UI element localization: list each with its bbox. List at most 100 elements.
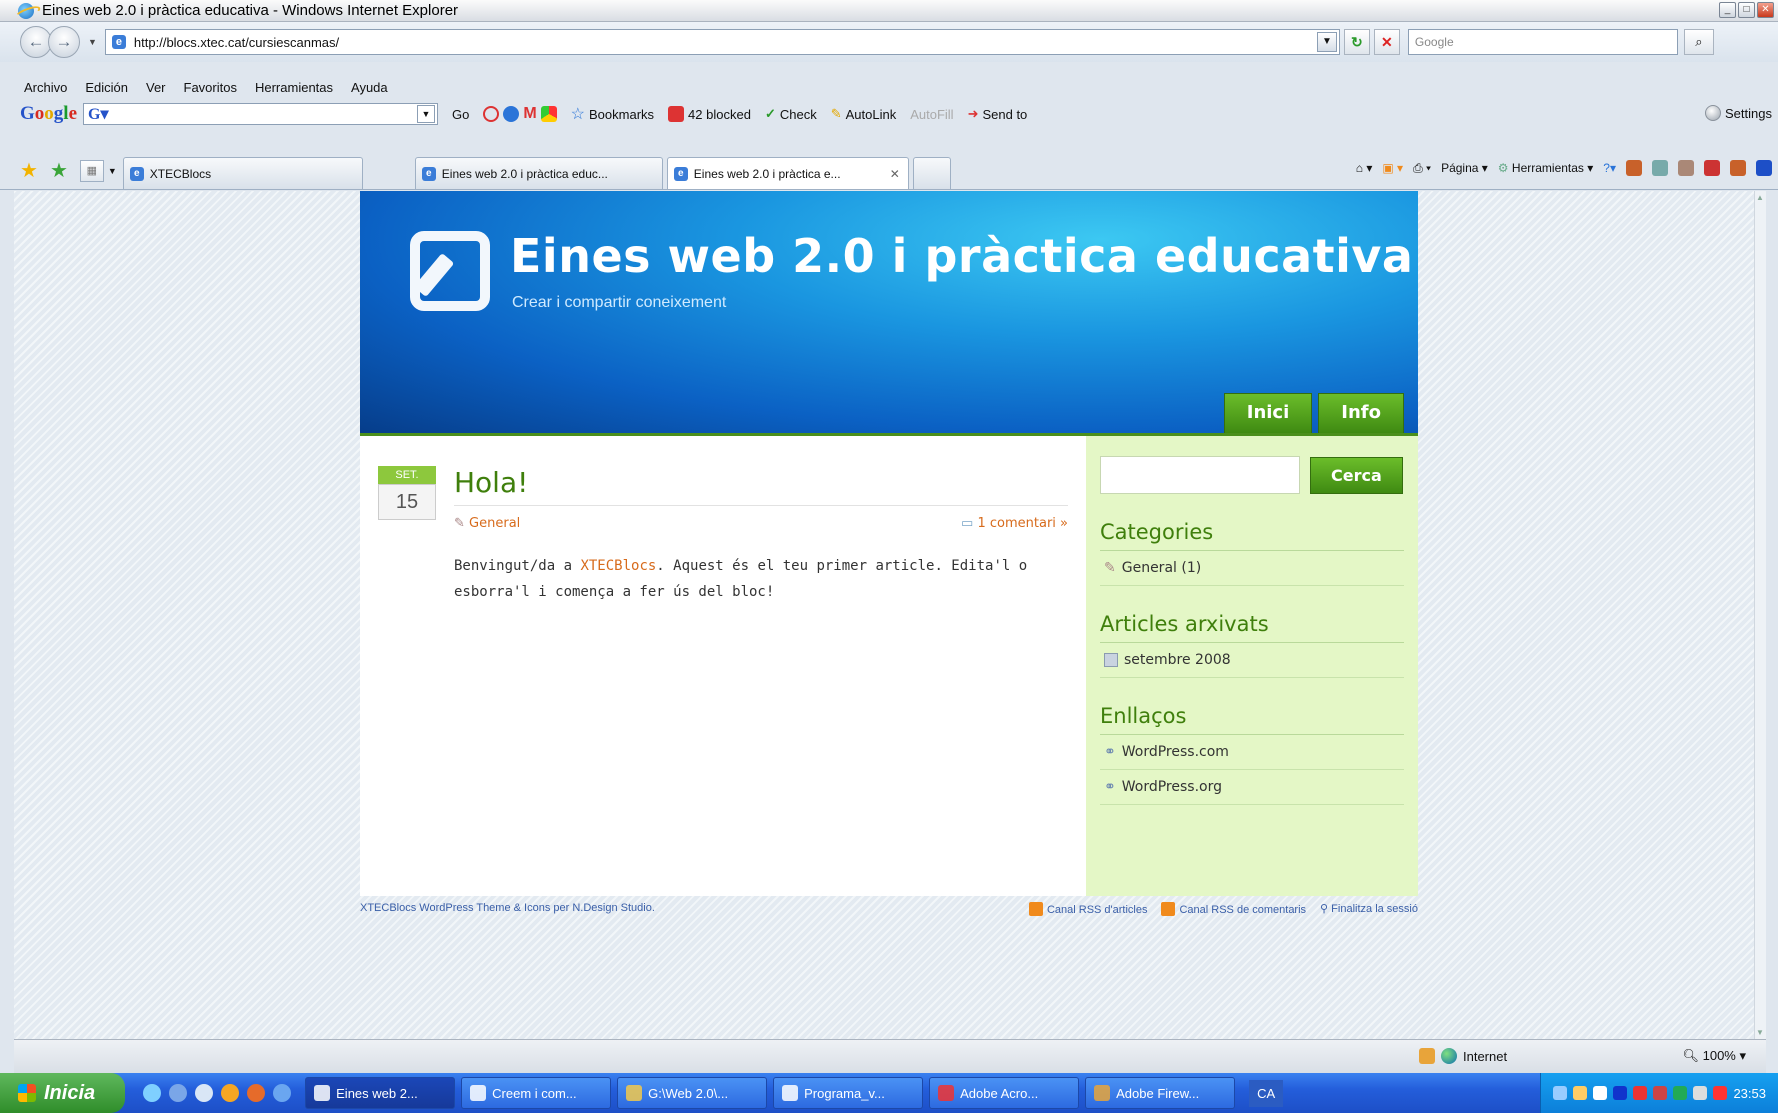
- tab-eines-web-2[interactable]: e Eines web 2.0 i pràctica e... ✕: [666, 157, 909, 189]
- quick-tabs-icon[interactable]: ▦: [79, 159, 104, 182]
- post-comments-link[interactable]: 1 comentari »: [977, 516, 1068, 531]
- tray-icon[interactable]: [1633, 1086, 1648, 1100]
- logout-link[interactable]: ⚲ Finalitza la sessió: [1320, 902, 1418, 916]
- tray-icon[interactable]: [1653, 1086, 1668, 1100]
- history-dropdown-icon[interactable]: ▼: [88, 37, 97, 47]
- gmail-icon[interactable]: M: [523, 105, 536, 123]
- menu-ayuda[interactable]: Ayuda: [351, 80, 388, 95]
- menu-archivo[interactable]: Archivo: [24, 80, 67, 95]
- autolink-button[interactable]: ✎ AutoLink: [831, 106, 897, 122]
- page-menu-button[interactable]: Página ▾: [1441, 161, 1488, 175]
- firefox-icon[interactable]: [247, 1084, 266, 1102]
- stop-icon[interactable]: ✕: [1373, 29, 1400, 55]
- xtecblocs-link[interactable]: XTECBlocs: [580, 558, 656, 574]
- antivirus-icon[interactable]: [1713, 1086, 1728, 1100]
- feeds-icon[interactable]: ▣ ▾: [1382, 161, 1403, 175]
- taskbar-item[interactable]: Creem i com...: [461, 1077, 612, 1109]
- zoom-level[interactable]: 🔍︎ 100% ▾: [1682, 1048, 1746, 1064]
- close-tab-icon[interactable]: ✕: [890, 167, 900, 181]
- popup-blocker-button[interactable]: 42 blocked: [668, 106, 751, 122]
- tab-xtecblocs[interactable]: e XTECBlocs: [122, 157, 363, 189]
- home-icon[interactable]: ⌂ ▾: [1356, 161, 1373, 175]
- archive-item[interactable]: setembre 2008: [1100, 643, 1404, 678]
- rss-articles-link[interactable]: Canal RSS d'articles: [1028, 902, 1147, 916]
- language-indicator[interactable]: CA: [1249, 1079, 1284, 1107]
- tab-eines-web-1[interactable]: e Eines web 2.0 i pràctica educ...: [414, 157, 663, 189]
- addon-icon[interactable]: [1730, 160, 1746, 176]
- menu-ver[interactable]: Ver: [146, 80, 166, 95]
- settings-button[interactable]: Settings: [1705, 105, 1772, 121]
- post-title[interactable]: Hola!: [454, 466, 1068, 499]
- refresh-icon[interactable]: ↻: [1343, 29, 1370, 55]
- network-icon[interactable]: [1673, 1086, 1688, 1100]
- app-icon[interactable]: [273, 1084, 292, 1102]
- tray-icon[interactable]: [1593, 1086, 1608, 1100]
- addon-icon[interactable]: [1652, 160, 1668, 176]
- taskbar-item[interactable]: G:\Web 2.0\...: [617, 1077, 768, 1109]
- start-button[interactable]: Inicia: [0, 1073, 126, 1113]
- rss-comments-link[interactable]: Canal RSS de comentaris: [1161, 902, 1306, 916]
- google-search-input[interactable]: G▾ ▼: [83, 103, 438, 125]
- bookmarks-button[interactable]: ☆ Bookmarks: [571, 104, 654, 124]
- desktop-icon[interactable]: [169, 1084, 188, 1102]
- ndesign-link[interactable]: N.Design Studio.: [572, 902, 655, 914]
- globe-icon[interactable]: [503, 106, 520, 122]
- google-search-dropdown-icon[interactable]: ▼: [417, 105, 435, 123]
- tray-icon[interactable]: [1553, 1086, 1568, 1100]
- post-category-link[interactable]: General: [469, 516, 520, 531]
- taskbar-item[interactable]: Programa_v...: [773, 1077, 924, 1109]
- new-tab-button[interactable]: [912, 157, 951, 189]
- blog-title[interactable]: Eines web 2.0 i pràctica educativa: [510, 229, 1413, 283]
- bluetooth-icon[interactable]: [1756, 160, 1772, 176]
- address-url[interactable]: http://blocs.xtec.cat/cursiescanmas/: [134, 35, 1317, 50]
- autofill-button[interactable]: AutoFill: [910, 107, 953, 122]
- media-icon[interactable]: [221, 1084, 240, 1102]
- picasa-icon[interactable]: [540, 106, 557, 122]
- taskbar-item[interactable]: Eines web 2...: [305, 1077, 456, 1109]
- menu-favoritos[interactable]: Favoritos: [184, 80, 237, 95]
- menu-edicion[interactable]: Edición: [85, 80, 128, 95]
- popup-icon[interactable]: [483, 106, 500, 122]
- vertical-scrollbar[interactable]: [1754, 191, 1766, 1039]
- tools-menu-button[interactable]: ⚙ Herramientas ▾: [1498, 161, 1594, 175]
- address-field[interactable]: e http://blocs.xtec.cat/cursiescanmas/ ▼: [104, 29, 1340, 55]
- theme-link[interactable]: XTECBlocs WordPress Theme: [360, 902, 511, 914]
- ie-quicklaunch-icon[interactable]: [143, 1084, 162, 1102]
- tray-icon[interactable]: [1573, 1086, 1588, 1100]
- addon-icon[interactable]: [1678, 160, 1694, 176]
- cerca-button[interactable]: Cerca: [1310, 456, 1403, 494]
- security-zone[interactable]: Internet: [1419, 1048, 1507, 1064]
- taskbar-item[interactable]: Adobe Acro...: [929, 1077, 1080, 1109]
- address-dropdown-icon[interactable]: ▼: [1316, 32, 1337, 52]
- taskbar-item[interactable]: Adobe Firew...: [1085, 1077, 1236, 1109]
- clock[interactable]: 23:53: [1733, 1086, 1766, 1101]
- sendto-button[interactable]: ➜ Send to: [968, 106, 1028, 122]
- google-go-button[interactable]: Go: [452, 107, 469, 122]
- category-item[interactable]: ✎ General (1): [1100, 551, 1404, 586]
- menu-herramientas[interactable]: Herramientas: [255, 80, 333, 95]
- tab-list-dropdown-icon[interactable]: ▼: [108, 166, 117, 176]
- minimize-icon[interactable]: _: [1719, 2, 1736, 18]
- search-input[interactable]: Google: [1407, 29, 1678, 55]
- tray-icon[interactable]: [1693, 1086, 1708, 1100]
- spellcheck-button[interactable]: ✓ Check: [765, 106, 817, 122]
- messenger-icon[interactable]: [195, 1084, 214, 1102]
- addon-icon[interactable]: [1704, 160, 1720, 176]
- addon-icon[interactable]: [1626, 160, 1642, 176]
- help-icon[interactable]: ?▾: [1603, 161, 1616, 175]
- maximize-icon[interactable]: □: [1738, 2, 1755, 18]
- blog-search-input[interactable]: [1100, 456, 1300, 494]
- forward-button[interactable]: →: [48, 26, 80, 58]
- nav-inici[interactable]: Inici: [1223, 393, 1313, 433]
- icons-link[interactable]: Icons: [524, 902, 550, 914]
- bluetooth-icon[interactable]: [1613, 1086, 1628, 1100]
- link-item[interactable]: ⚭ WordPress.org: [1100, 770, 1404, 805]
- print-icon[interactable]: ⎙ ▾: [1413, 161, 1431, 176]
- google-g-icon[interactable]: G▾: [88, 104, 108, 124]
- favorites-star-icon[interactable]: ★: [20, 158, 38, 183]
- link-item[interactable]: ⚭ WordPress.com: [1100, 735, 1404, 770]
- close-icon[interactable]: ✕: [1757, 2, 1774, 18]
- nav-info[interactable]: Info: [1318, 393, 1404, 433]
- search-icon[interactable]: ⌕: [1683, 29, 1714, 55]
- add-favorites-icon[interactable]: ★: [50, 158, 68, 183]
